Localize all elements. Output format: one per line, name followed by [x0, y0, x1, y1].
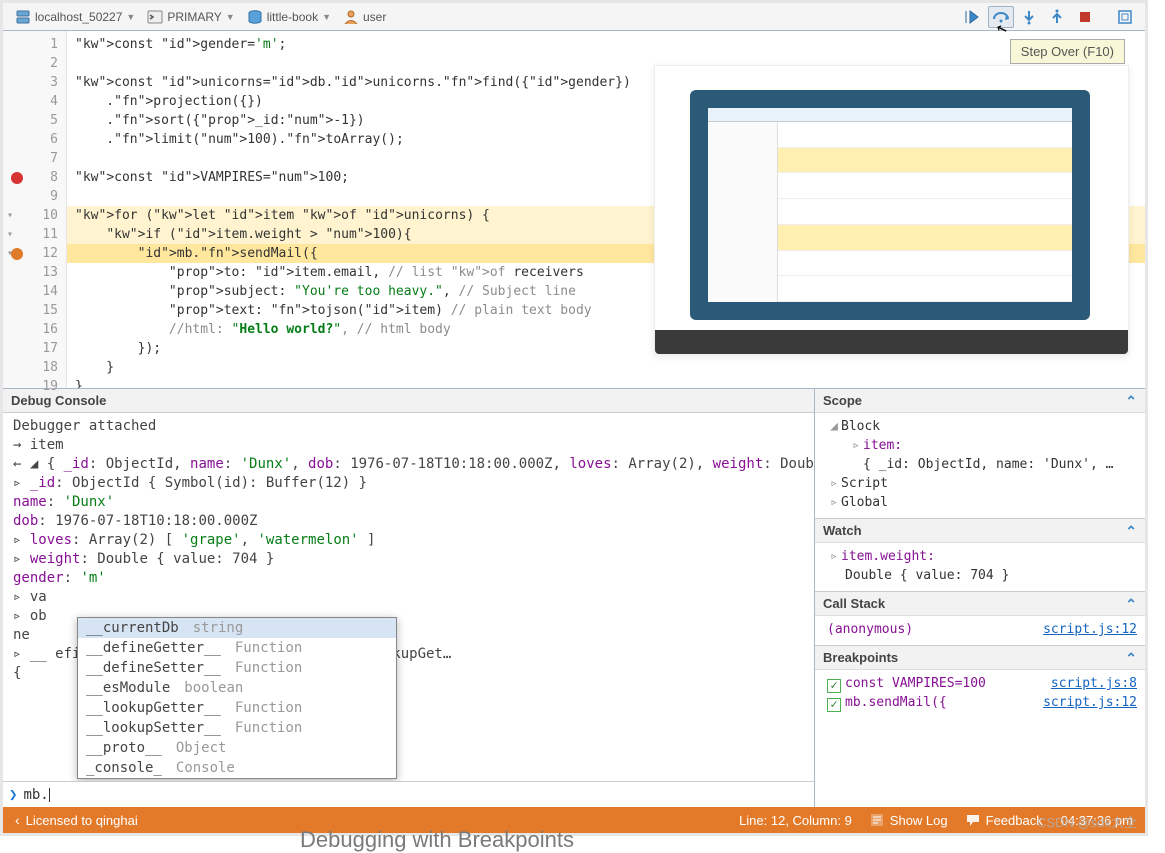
debug-console-title: Debug Console	[3, 389, 814, 413]
breakpoints-title: Breakpoints	[823, 646, 898, 669]
stack-frame-loc[interactable]: script.js:12	[1043, 620, 1137, 639]
debug-side-panels: Scope⌃ ◢Block ▹item: { _id: ObjectId, na…	[815, 389, 1145, 807]
chevron-down-icon: ▼	[226, 12, 235, 22]
restore-window-button[interactable]	[1112, 6, 1138, 28]
collapse-icon[interactable]: ⌃	[1125, 592, 1137, 615]
line-gutter[interactable]: 12345678910111213141516171819	[3, 31, 67, 388]
collapse-icon[interactable]: ⌃	[1125, 519, 1137, 542]
autocomplete-item[interactable]: __defineGetter__Function	[78, 638, 396, 658]
server-icon	[15, 9, 31, 25]
callstack-title: Call Stack	[823, 592, 885, 615]
database-selector[interactable]: little-book ▼	[241, 9, 337, 25]
collapse-icon[interactable]: ⌃	[1125, 389, 1137, 412]
prompt-icon: ❯	[9, 787, 17, 803]
code-editor[interactable]: 12345678910111213141516171819 "kw">const…	[3, 31, 1145, 389]
database-label: little-book	[267, 10, 318, 24]
breakpoints-panel[interactable]: Breakpoints ⌃ ✓const VAMPIRES=100script.j…	[815, 646, 1145, 807]
chevron-down-icon: ▼	[322, 12, 331, 22]
step-out-button[interactable]	[1044, 6, 1070, 28]
scope-script[interactable]: Script	[841, 476, 888, 491]
cursor-position: Line: 12, Column: 9	[739, 813, 852, 828]
host-label: localhost_50227	[35, 10, 122, 24]
watch-panel[interactable]: Watch⌃ ▹item.weight: Double { value: 704…	[815, 519, 1145, 592]
scope-block-label: Block	[841, 419, 880, 434]
connection-bar: localhost_50227 ▼ PRIMARY ▼ little-book …	[3, 3, 1145, 31]
autocomplete-item[interactable]: _console_Console	[78, 758, 396, 778]
log-icon	[870, 813, 884, 827]
terminal-icon	[147, 9, 163, 25]
chevron-down-icon: ▼	[126, 12, 135, 22]
callstack-panel[interactable]: Call Stack ⌃ (anonymous) script.js:12	[815, 592, 1145, 646]
scope-panel[interactable]: Scope⌃ ◢Block ▹item: { _id: ObjectId, na…	[815, 389, 1145, 519]
feedback-button[interactable]: Feedback	[966, 813, 1043, 828]
page-subtitle: Debugging with Breakpoints	[300, 827, 574, 853]
show-log-label: Show Log	[890, 813, 948, 828]
user-selector[interactable]: user	[337, 9, 392, 25]
promo-laptop-image	[654, 65, 1129, 355]
scope-title: Scope	[823, 389, 862, 412]
debug-console-input-bar[interactable]: ❯ mb.	[3, 781, 814, 807]
license-text: Licensed to qinghai	[26, 813, 138, 828]
autocomplete-item[interactable]: __proto__Object	[78, 738, 396, 758]
breakpoint-item[interactable]: ✓const VAMPIRES=100script.js:8	[827, 674, 1137, 693]
scope-item-value: { _id: ObjectId, name: 'Dunx', …	[827, 455, 1137, 474]
autocomplete-item[interactable]: __defineSetter__Function	[78, 658, 396, 678]
continue-button[interactable]	[960, 6, 986, 28]
debug-console-input[interactable]: mb.	[23, 787, 48, 803]
breakpoint-item[interactable]: ✓mb.sendMail({script.js:12	[827, 693, 1137, 712]
scope-item-label: item:	[863, 438, 902, 453]
host-selector[interactable]: localhost_50227 ▼	[9, 9, 141, 25]
autocomplete-item[interactable]: __lookupSetter__Function	[78, 718, 396, 738]
autocomplete-popup[interactable]: __currentDbstring__defineGetter__Functio…	[77, 617, 397, 779]
debug-console-output[interactable]: Debugger attached→ item← ◢ { _id: Object…	[3, 413, 814, 781]
step-into-button[interactable]	[1016, 6, 1042, 28]
role-selector[interactable]: PRIMARY ▼	[141, 9, 240, 25]
autocomplete-item[interactable]: __lookupGetter__Function	[78, 698, 396, 718]
feedback-label: Feedback	[986, 813, 1043, 828]
user-icon	[343, 9, 359, 25]
watermark-text: CSDN @sdk大全	[1037, 812, 1137, 831]
database-icon	[247, 9, 263, 25]
chevron-left-icon[interactable]: ‹	[15, 812, 20, 828]
collapse-icon[interactable]: ⌃	[1125, 646, 1137, 669]
debug-console-panel: Debug Console Debugger attached→ item← ◢…	[3, 389, 815, 807]
autocomplete-item[interactable]: __esModuleboolean	[78, 678, 396, 698]
watch-expr: item.weight:	[841, 549, 935, 564]
autocomplete-item[interactable]: __currentDbstring	[78, 618, 396, 638]
scope-global[interactable]: Global	[841, 495, 888, 510]
feedback-icon	[966, 813, 980, 827]
user-label: user	[363, 10, 386, 24]
watch-value: Double { value: 704 }	[827, 566, 1137, 585]
stop-button[interactable]	[1072, 6, 1098, 28]
stack-frame[interactable]: (anonymous)	[827, 622, 913, 637]
role-label: PRIMARY	[167, 10, 221, 24]
watch-title: Watch	[823, 519, 862, 542]
status-bar: ‹ Licensed to qinghai Line: 12, Column: …	[3, 807, 1145, 833]
step-over-tooltip: Step Over (F10)	[1010, 39, 1125, 64]
show-log-button[interactable]: Show Log	[870, 813, 948, 828]
